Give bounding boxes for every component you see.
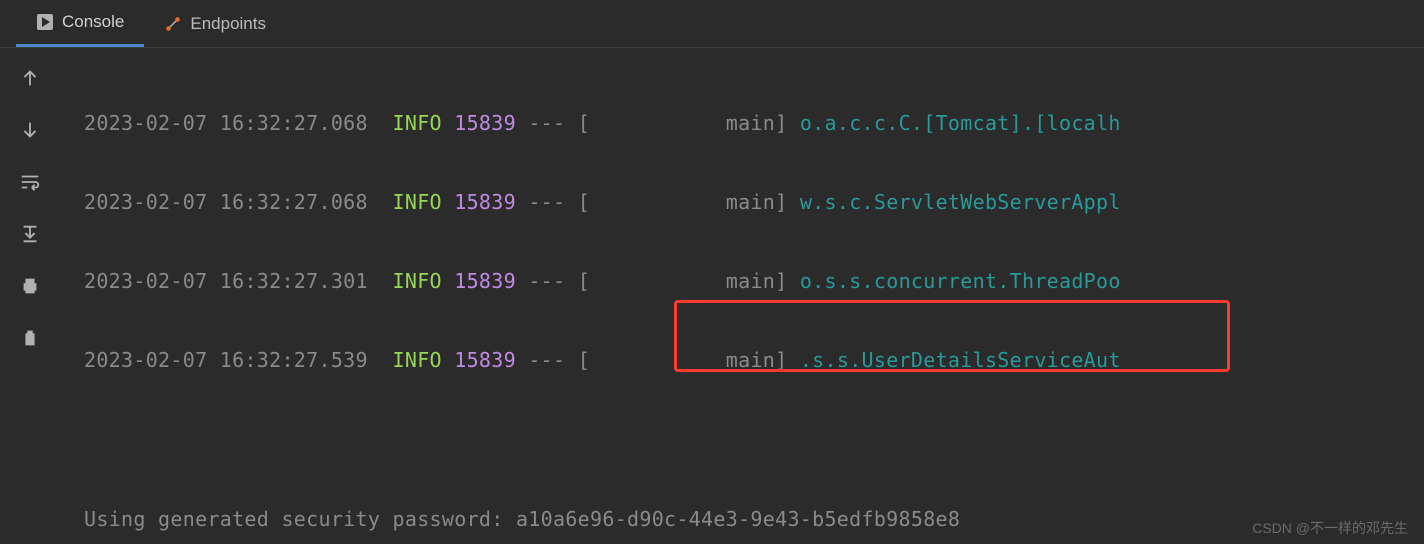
log-line: 2023-02-07 16:32:27.068 INFO 15839 --- [… xyxy=(84,104,1424,144)
log-line: 2023-02-07 16:32:27.539 INFO 15839 --- [… xyxy=(84,341,1424,381)
tab-endpoints-label: Endpoints xyxy=(190,14,266,34)
generated-password: a10a6e96-d90c-44e3-9e43-b5edfb9858e8 xyxy=(516,507,960,531)
print-button[interactable] xyxy=(18,274,42,298)
scroll-to-end-button[interactable] xyxy=(18,222,42,246)
clear-button[interactable] xyxy=(18,326,42,350)
tab-console[interactable]: Console xyxy=(16,0,144,47)
console-output[interactable]: 2023-02-07 16:32:27.068 INFO 15839 --- [… xyxy=(60,48,1424,544)
scroll-up-button[interactable] xyxy=(18,66,42,90)
tab-endpoints[interactable]: Endpoints xyxy=(144,0,286,47)
log-line: 2023-02-07 16:32:27.301 INFO 15839 --- [… xyxy=(84,262,1424,302)
console-toolbar xyxy=(0,48,60,544)
soft-wrap-button[interactable] xyxy=(18,170,42,194)
password-line: Using generated security password: a10a6… xyxy=(84,500,1424,540)
watermark: CSDN @不一样的邓先生 xyxy=(1252,518,1408,538)
tab-console-label: Console xyxy=(62,12,124,32)
tab-bar: Console Endpoints xyxy=(0,0,1424,48)
scroll-down-button[interactable] xyxy=(18,118,42,142)
console-icon xyxy=(36,13,54,31)
log-line: 2023-02-07 16:32:27.068 INFO 15839 --- [… xyxy=(84,183,1424,223)
endpoints-icon xyxy=(164,15,182,33)
